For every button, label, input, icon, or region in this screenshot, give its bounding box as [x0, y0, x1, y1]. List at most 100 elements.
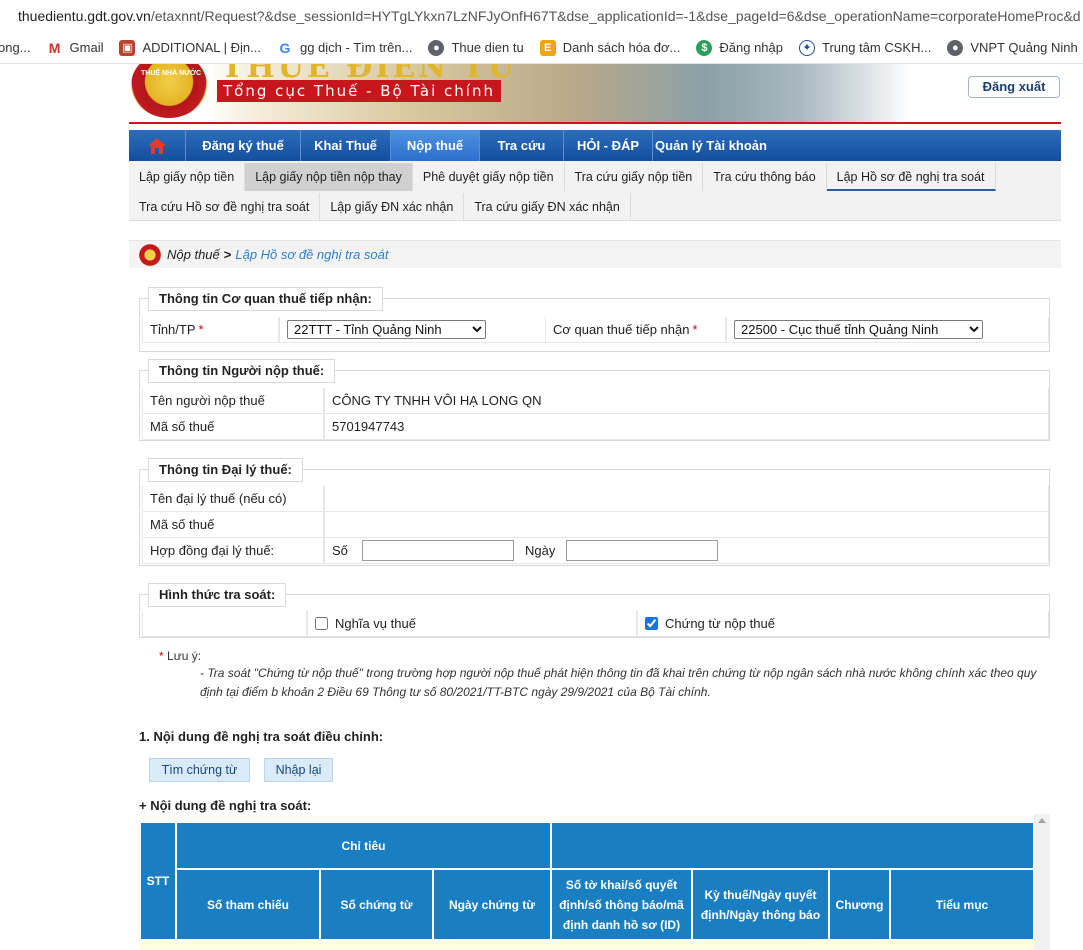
method-option1-cell: Nghĩa vụ thuế	[307, 610, 637, 637]
agency-section: Thông tin Cơ quan thuế tiếp nhận: Tỉnh/T…	[139, 287, 1050, 352]
agent-contract-row: Hợp đồng đại lý thuế: Số Ngày	[142, 537, 1049, 564]
shield-crest-icon: ▣	[119, 39, 136, 56]
contract-number-label: Số	[332, 542, 348, 558]
banner-divider	[129, 122, 1061, 124]
agent-section: Thông tin Đại lý thuế: Tên đại lý thuế (…	[139, 458, 1050, 566]
subsection-heading: + Nội dung đề nghị tra soát:	[139, 798, 312, 813]
breadcrumb-parent[interactable]: Nộp thuế	[167, 247, 220, 262]
province-select[interactable]: 22TTT - Tỉnh Quảng Ninh	[287, 319, 486, 339]
method-empty-cell	[142, 610, 307, 637]
bookmark-item[interactable]: ▣ ADDITIONAL | Địn...	[119, 39, 261, 56]
bookmark-item[interactable]: M Gmail	[47, 40, 104, 56]
bookmark-item[interactable]: E Danh sách hóa đơ...	[539, 39, 681, 56]
col-ky-thue: Kỳ thuế/Ngày quyết định/Ngày thông báo	[692, 869, 829, 940]
agent-name-value	[324, 485, 1049, 512]
bookmark-item[interactable]: Ggg dịch - Tìm trên...	[277, 39, 413, 56]
bookmark-label: ong...	[0, 40, 31, 55]
power-icon: ✦	[799, 39, 815, 56]
nav-tra-cuu[interactable]: Tra cứu	[479, 130, 563, 161]
bookmark-item[interactable]: ● Thue dien tu	[428, 39, 524, 56]
taxpayer-name-label: Tên người nộp thuế	[142, 387, 324, 414]
address-bar[interactable]: thuedientu.gdt.gov.vn/etaxnnt/Request?&d…	[0, 0, 1083, 32]
tab-phe-duyet-giay-nop-tien[interactable]: Phê duyệt giấy nộp tiền	[413, 163, 565, 191]
bookmark-label: Trung tâm CSKH...	[822, 40, 932, 55]
nav-nop-thue[interactable]: Nộp thuế	[390, 130, 479, 161]
bookmark-label: Thue dien tu	[451, 40, 524, 55]
taxpayer-code-value: 5701947743	[324, 413, 1049, 440]
col-so-to-khai: Số tờ khai/số quyết định/số thông báo/mã…	[551, 869, 692, 940]
bookmark-item[interactable]: ong...	[0, 40, 31, 55]
nav-dang-ky-thue[interactable]: Đăng ký thuế	[185, 130, 300, 161]
nav-khai-thue[interactable]: Khai Thuế	[300, 130, 390, 161]
breadcrumb-separator: >	[223, 247, 232, 262]
logout-button[interactable]: Đăng xuất	[968, 76, 1060, 98]
bookmark-item[interactable]: ● VNPT Quảng Ninh	[947, 39, 1078, 56]
bookmark-item[interactable]: $ Đăng nhập	[696, 39, 783, 56]
agent-name-label: Tên đại lý thuế (nếu có)	[142, 485, 324, 512]
tax-emblem-logo: THUẾ NHÀ NƯỚC	[131, 64, 207, 118]
note-title: * Lưu ý:	[159, 649, 202, 663]
bookmark-label: ADDITIONAL | Địn...	[142, 40, 261, 55]
nav-quan-ly-tai-khoan[interactable]: Quản lý Tài khoản	[652, 130, 769, 161]
col-group-chi-tieu: Chỉ tiêu	[176, 822, 551, 869]
search-voucher-button[interactable]: Tìm chứng từ	[149, 758, 250, 782]
agency-legend: Thông tin Cơ quan thuế tiếp nhận:	[148, 287, 383, 311]
obligation-label: Nghĩa vụ thuế	[335, 615, 416, 631]
col-tieu-muc: Tiểu mục	[890, 869, 1034, 940]
scroll-up-icon[interactable]	[1038, 818, 1046, 823]
nav-hoi-dap[interactable]: HỎI - ĐÁP	[563, 130, 652, 161]
taxpayer-code-row: Mã số thuế 5701947743	[142, 413, 1049, 440]
bookmarks-bar: ong... M Gmail ▣ ADDITIONAL | Địn... Ggg d…	[0, 32, 1083, 64]
agent-contract-label: Hợp đồng đại lý thuế:	[142, 537, 324, 564]
reset-button[interactable]: Nhập lại	[264, 758, 333, 782]
note-line-1: - Tra soát "Chứng từ nộp thuế" trong trư…	[200, 666, 1037, 680]
bookmark-label: gg dịch - Tìm trên...	[299, 40, 413, 55]
tab-lap-giay-dn-xac-nhan[interactable]: Lập giấy ĐN xác nhận	[320, 193, 465, 221]
agent-legend: Thông tin Đại lý thuế:	[148, 458, 303, 482]
sub-nav-row-2: Tra cứu Hồ sơ đề nghị tra soát Lập giấy …	[129, 192, 631, 222]
col-chuong: Chương	[829, 869, 890, 940]
note-body: - Tra soát "Chứng từ nộp thuế" trong trư…	[200, 664, 1040, 702]
globe-icon: ●	[428, 39, 445, 56]
main-nav: Đăng ký thuế Khai Thuế Nộp thuế Tra cứu …	[129, 130, 1061, 161]
tab-lap-giay-nop-tien-nop-thay[interactable]: Lập giấy nộp tiền nộp thay	[245, 163, 413, 191]
agency-select[interactable]: 22500 - Cục thuế tỉnh Quảng Ninh	[734, 319, 983, 339]
province-label: Tỉnh/TP *	[142, 316, 279, 343]
dollar-icon: $	[696, 39, 713, 56]
method-row: Nghĩa vụ thuế Chứng từ nộp thuế	[142, 610, 1049, 637]
agent-code-label: Mã số thuế	[142, 511, 324, 538]
bookmark-label: Gmail	[69, 40, 104, 55]
home-icon	[148, 137, 166, 154]
contract-date-label: Ngày	[525, 542, 556, 558]
taxpayer-code-label: Mã số thuế	[142, 413, 324, 440]
tab-tra-cuu-ho-so-tra-soat[interactable]: Tra cứu Hồ sơ đề nghị tra soát	[129, 193, 321, 221]
agency-label: Cơ quan thuế tiếp nhận *	[545, 316, 726, 343]
tab-lap-giay-nop-tien[interactable]: Lập giấy nộp tiền	[129, 163, 246, 191]
bookmark-label: Danh sách hóa đơ...	[562, 40, 681, 55]
obligation-checkbox[interactable]	[315, 617, 328, 630]
contract-number-input[interactable]	[362, 540, 514, 561]
url-text[interactable]: thuedientu.gdt.gov.vn/etaxnnt/Request?&d…	[0, 8, 1081, 24]
note-line-2: định tại điểm b khoản 2 Điều 69 Thông tư…	[200, 685, 711, 699]
site-subtitle: Tổng cục Thuế - Bộ Tài chính	[217, 80, 501, 102]
url-path: /etaxnnt/Request?&dse_sessionId=HYTgLYkx…	[150, 8, 1081, 24]
contract-date-input[interactable]	[566, 540, 718, 561]
method-option2-cell: Chứng từ nộp thuế	[637, 610, 1049, 637]
tab-tra-cuu-thong-bao[interactable]: Tra cứu thông báo	[703, 163, 827, 191]
google-icon: G	[279, 39, 291, 56]
page-content: THUẾ NHÀ NƯỚC THUẾ ĐIỆN TỬ Tổng cục Thuế…	[129, 64, 1061, 950]
voucher-checkbox[interactable]	[645, 617, 658, 630]
section-heading-content: 1. Nội dung đề nghị tra soát điều chỉnh:	[139, 729, 384, 744]
voucher-label: Chứng từ nộp thuế	[665, 615, 775, 631]
method-legend: Hình thức tra soát:	[148, 583, 287, 607]
home-button[interactable]	[129, 130, 185, 161]
table-scrollbar[interactable]	[1034, 814, 1050, 950]
agent-code-row: Mã số thuế	[142, 511, 1049, 538]
tab-lap-ho-so-tra-soat[interactable]: Lập Hồ sơ đề nghị tra soát	[826, 163, 996, 191]
tab-tra-cuu-giay-nop-tien[interactable]: Tra cứu giấy nộp tiền	[565, 163, 704, 191]
tab-tra-cuu-giay-dn-xac-nhan[interactable]: Tra cứu giấy ĐN xác nhận	[464, 193, 631, 221]
bookmark-item[interactable]: ✦ Trung tâm CSKH...	[799, 39, 932, 56]
site-banner: THUẾ NHÀ NƯỚC THUẾ ĐIỆN TỬ Tổng cục Thuế…	[129, 64, 1061, 122]
url-host: thuedientu.gdt.gov.vn	[18, 8, 151, 24]
breadcrumb-current: Lập Hồ sơ đề nghị tra soát	[235, 247, 389, 262]
